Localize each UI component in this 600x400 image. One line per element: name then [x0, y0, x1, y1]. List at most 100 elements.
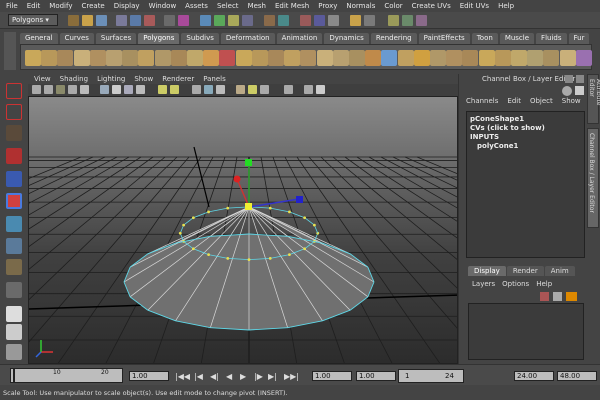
step-forward-frame-icon[interactable]: ▶| — [268, 372, 277, 381]
frame-selected-icon[interactable] — [284, 85, 293, 94]
outliner-icon[interactable] — [416, 15, 427, 26]
grid-icon[interactable] — [80, 85, 89, 94]
manipulator-tool-icon[interactable] — [6, 216, 22, 232]
cvs-toggle[interactable]: CVs (click to show) — [470, 124, 581, 133]
tab-polygons[interactable]: Polygons — [138, 33, 180, 44]
layout-toggle-icon[interactable] — [565, 75, 573, 83]
poly-cone-icon[interactable] — [73, 50, 90, 66]
tab-toon[interactable]: Toon — [471, 33, 498, 44]
tab-painteffects[interactable]: PaintEffects — [418, 33, 470, 44]
pin-icon[interactable] — [575, 86, 584, 95]
poly-cylinder-icon[interactable] — [57, 50, 74, 66]
default-lighting-icon[interactable] — [158, 85, 167, 94]
layout-icon[interactable] — [402, 15, 413, 26]
mirror-geometry-icon[interactable] — [332, 50, 349, 66]
channel-box-options-icon[interactable] — [562, 86, 572, 96]
layer-tab-render[interactable]: Render — [506, 266, 544, 276]
current-time-field[interactable]: 1.00 — [129, 371, 169, 381]
menu-mesh[interactable]: Mesh — [248, 2, 266, 10]
channel-menu-edit[interactable]: Edit — [507, 97, 521, 107]
hq-render-icon[interactable] — [236, 85, 245, 94]
menu-file[interactable]: File — [6, 2, 18, 10]
new-layer-from-selected-icon[interactable] — [553, 292, 562, 301]
lasso-tool-icon[interactable] — [6, 104, 22, 120]
tab-fur[interactable]: Fur — [568, 33, 590, 44]
layer-menu-options[interactable]: Options — [502, 280, 529, 288]
play-forwards-icon[interactable]: ▶ — [240, 372, 246, 381]
tab-rendering[interactable]: Rendering — [370, 33, 417, 44]
pick-mask-icon[interactable] — [178, 15, 189, 26]
render-frame-icon[interactable] — [300, 15, 311, 26]
step-forward-key-icon[interactable]: |▶ — [254, 372, 263, 381]
history-icon[interactable] — [264, 15, 275, 26]
input-ops-icon[interactable] — [278, 15, 289, 26]
poly-cube-icon[interactable] — [41, 50, 58, 66]
reduce-icon[interactable] — [365, 50, 382, 66]
select-tool-icon[interactable] — [6, 83, 22, 99]
poly-prism-icon[interactable] — [122, 50, 139, 66]
menu-display[interactable]: Display — [114, 2, 140, 10]
layer-list[interactable] — [468, 303, 584, 360]
channel-box-side-tab[interactable]: Channel Box / Layer Editor — [587, 128, 599, 228]
paint-select-tool-icon[interactable] — [6, 125, 22, 141]
tab-animation[interactable]: Animation — [276, 33, 323, 44]
menu-window[interactable]: Window — [149, 2, 177, 10]
append-polygon-icon[interactable] — [446, 50, 463, 66]
shape-node-name[interactable]: pConeShape1 — [470, 115, 581, 124]
shelf-menu-icon[interactable] — [4, 32, 16, 70]
menu-proxy[interactable]: Proxy — [318, 2, 337, 10]
menu-help[interactable]: Help — [498, 2, 514, 10]
tab-fluids[interactable]: Fluids — [536, 33, 567, 44]
snap-curve-icon[interactable] — [214, 15, 225, 26]
menu-create[interactable]: Create — [81, 2, 104, 10]
menu-edit[interactable]: Edit — [27, 2, 41, 10]
average-vertices-icon[interactable] — [397, 50, 414, 66]
xray-joints-icon[interactable] — [204, 85, 213, 94]
shadows-icon[interactable] — [248, 85, 257, 94]
show-manipulator-icon[interactable] — [6, 282, 22, 298]
extrude-icon[interactable] — [413, 50, 430, 66]
mask-icon[interactable] — [164, 15, 175, 26]
menu-create-uvs[interactable]: Create UVs — [412, 2, 451, 10]
range-start-inner-field[interactable]: 1.00 — [356, 371, 396, 381]
rotate-tool-icon[interactable] — [6, 171, 22, 187]
snap-grid-icon[interactable] — [200, 15, 211, 26]
four-view-layout-icon[interactable] — [6, 324, 22, 340]
safe-action-icon[interactable] — [316, 85, 325, 94]
isolate-select-icon[interactable] — [216, 85, 225, 94]
smooth-icon[interactable] — [268, 50, 284, 66]
collapse-icon[interactable] — [559, 50, 576, 66]
go-to-start-icon[interactable]: |◀◀ — [175, 372, 190, 381]
last-tool-icon[interactable] — [6, 259, 22, 275]
layer-menu-help[interactable]: Help — [536, 280, 552, 288]
merge-icon[interactable] — [543, 50, 560, 66]
boolean-difference-icon[interactable] — [300, 50, 317, 66]
step-back-frame-icon[interactable]: |◀ — [194, 372, 203, 381]
show-channel-box-icon[interactable] — [388, 15, 399, 26]
combine-icon[interactable] — [219, 50, 236, 66]
channel-menu-channels[interactable]: Channels — [466, 97, 498, 107]
extract-icon[interactable] — [251, 50, 268, 66]
tab-subdivs[interactable]: Subdivs — [181, 33, 219, 44]
tab-muscle[interactable]: Muscle — [499, 33, 535, 44]
range-start-field[interactable]: 1.00 — [312, 371, 352, 381]
viewport-menu-view[interactable]: View — [34, 75, 51, 83]
render-settings-icon[interactable] — [328, 15, 339, 26]
boolean-intersection-icon[interactable] — [316, 50, 333, 66]
play-backwards-icon[interactable]: ◀ — [226, 372, 232, 381]
layer-menu-layers[interactable]: Layers — [472, 280, 495, 288]
show-attribute-editor-icon[interactable] — [350, 15, 361, 26]
sculpt-geometry-icon[interactable] — [381, 50, 398, 66]
menu-set-selector[interactable]: Polygons ▾ — [8, 14, 58, 26]
poke-icon[interactable] — [527, 50, 544, 66]
poly-pyramid-icon[interactable] — [138, 50, 155, 66]
select-by-object-icon[interactable] — [130, 15, 141, 26]
time-slider[interactable]: 10 20 — [10, 368, 123, 383]
frame-all-icon[interactable] — [260, 85, 269, 94]
wedge-icon[interactable] — [511, 50, 527, 66]
viewport-menu-show[interactable]: Show — [134, 75, 153, 83]
wireframe-on-shaded-icon[interactable] — [124, 85, 133, 94]
poly-platonic-icon[interactable] — [203, 50, 220, 66]
poly-plane-icon[interactable] — [89, 50, 106, 66]
poly-helix-icon[interactable] — [170, 50, 187, 66]
